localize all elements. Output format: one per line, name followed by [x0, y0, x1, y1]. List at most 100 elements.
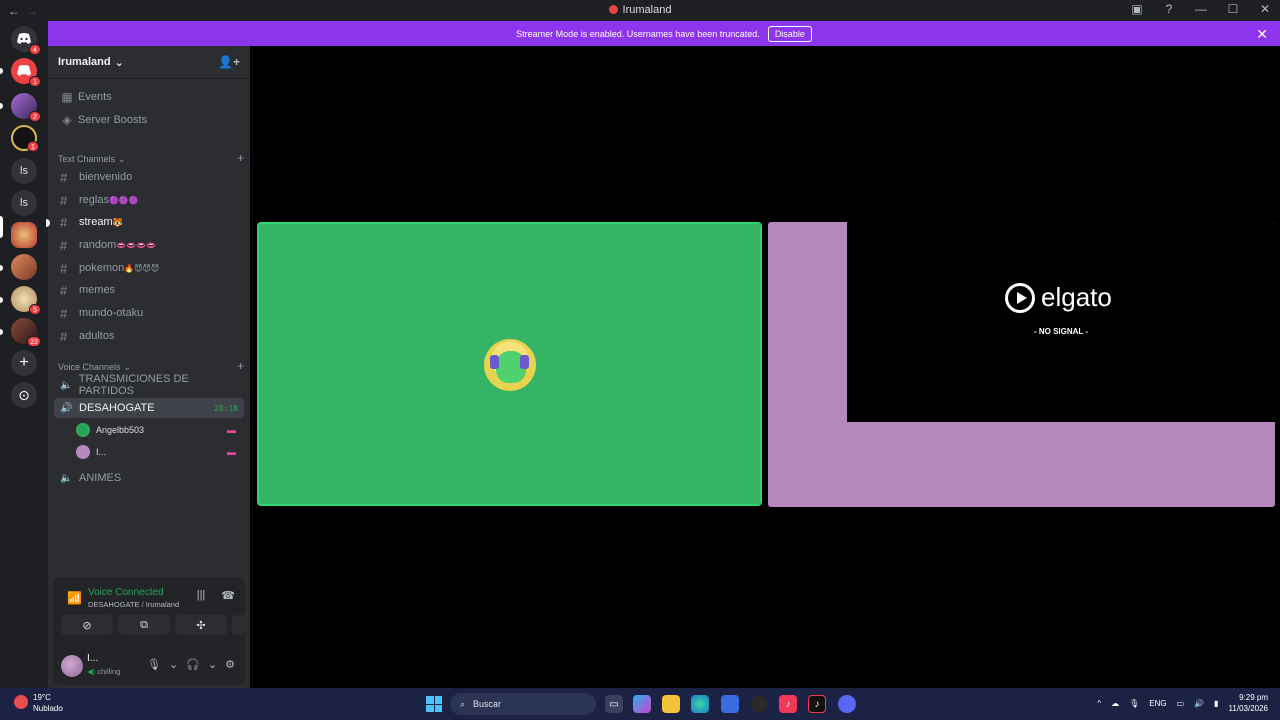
language-indicator[interactable]: ENG	[1149, 699, 1166, 708]
voice-stage: elgato - NO SIGNAL -	[250, 46, 1280, 688]
channel-mundo-otaku[interactable]: # mundo-otaku	[54, 303, 244, 323]
chevron-up-icon[interactable]: ^	[1097, 699, 1101, 708]
user-name[interactable]: I...	[87, 653, 98, 664]
camera-off-button[interactable]: ⊘	[61, 615, 113, 635]
chevron-down-icon[interactable]: ⌄	[169, 658, 178, 671]
voice-channel-desahogate[interactable]: 🔊 DESAHOGATE 28:18	[54, 398, 244, 418]
chevron-down-icon[interactable]: ⌄	[208, 658, 217, 671]
maximize-button[interactable]: ☐	[1226, 2, 1240, 16]
events-item[interactable]: ▦ Events	[54, 87, 244, 107]
channel-random[interactable]: # random 👄👄👄👄	[54, 235, 244, 255]
file-explorer-icon[interactable]	[662, 695, 680, 713]
system-tray: ^ ☁ 🎙 ENG ▭ 🔊 ▮ 9:29 pm 11/03/2026	[1097, 692, 1268, 714]
close-banner-button[interactable]: ✕	[1256, 26, 1268, 43]
weather-text: Nublado	[33, 704, 63, 713]
stream-video: elgato - NO SIGNAL -	[847, 222, 1275, 422]
channel-stream[interactable]: # stream 🐯	[54, 212, 244, 232]
channel-memes[interactable]: # memes	[54, 280, 244, 300]
banner-text: Streamer Mode is enabled. Usernames have…	[516, 28, 760, 39]
close-window-button[interactable]: ✕	[1258, 2, 1272, 16]
server-6-icon[interactable]: 22	[11, 318, 41, 347]
voice-channel-transmiciones[interactable]: 🔈 TRANSMICIONES DE PARTIDOS	[54, 373, 244, 397]
disconnect-icon[interactable]: ☎	[221, 589, 235, 602]
cloud-icon[interactable]: ☁	[1111, 699, 1119, 708]
voice-connected-label[interactable]: Voice Connected	[88, 587, 164, 598]
volume-icon[interactable]: 🔊	[1194, 699, 1204, 708]
microphone-icon[interactable]: 🎙	[147, 658, 161, 671]
server-1-icon[interactable]: 1	[11, 58, 41, 87]
stream-tile[interactable]: elgato - NO SIGNAL -	[768, 222, 1275, 507]
server-ls-1-icon[interactable]: ls	[11, 158, 37, 184]
task-view-icon[interactable]: ▭	[605, 695, 623, 713]
invite-people-icon[interactable]: 👤+	[218, 55, 240, 69]
noise-suppression-icon[interactable]: |||	[197, 589, 206, 602]
voice-user[interactable]: Angelbb503 ▬	[76, 420, 242, 440]
channel-bienvenido[interactable]: # bienvenido	[54, 167, 244, 187]
server-boosts-item[interactable]: ◈ Server Boosts	[54, 110, 244, 130]
voice-channel-animes[interactable]: 🔈 ANIMES	[54, 468, 244, 488]
add-server-button[interactable]: +	[11, 350, 37, 376]
copilot-icon[interactable]	[633, 695, 651, 713]
hash-icon: #	[60, 192, 68, 208]
channel-emoji: 🔥😈😈😈	[124, 263, 160, 273]
weather-widget[interactable]: 19°C Nublado	[12, 692, 63, 714]
voice-user[interactable]: I... ▬	[76, 442, 242, 462]
server-initials: ls	[20, 197, 28, 209]
gear-icon[interactable]: ⚙	[225, 658, 235, 671]
server-3-icon[interactable]: 1	[11, 125, 39, 152]
microphone-icon[interactable]: 🎙	[1129, 699, 1139, 708]
text-channels-category[interactable]: Text Channels ⌄ +	[58, 151, 244, 165]
dm-badge: 4	[29, 44, 41, 55]
participant-tile[interactable]	[257, 222, 762, 506]
chrome-icon[interactable]	[750, 695, 768, 713]
server-4-icon[interactable]	[11, 254, 37, 280]
network-icon[interactable]: ▭	[1177, 699, 1185, 708]
time: 9:29 pm	[1239, 693, 1268, 702]
screen-share-button[interactable]: ⧉	[118, 615, 170, 635]
channel-pokemon[interactable]: # pokemon 🔥😈😈😈	[54, 258, 244, 278]
server-irumaland-icon[interactable]	[11, 222, 37, 248]
channel-reglas[interactable]: # reglas 🟣🟣🟣	[54, 190, 244, 210]
chevron-down-icon: ⌄	[114, 56, 124, 69]
music-icon[interactable]: ♪	[779, 695, 797, 713]
server-ls-2-icon[interactable]: ls	[11, 190, 37, 216]
discover-button[interactable]: ⊙	[11, 382, 37, 408]
taskbar-search[interactable]: ⌕ Buscar	[450, 693, 596, 715]
avatar[interactable]	[61, 655, 83, 677]
window-title: Irumaland	[0, 4, 1280, 16]
headphones-icon[interactable]: 🎧	[186, 658, 200, 671]
store-icon[interactable]	[721, 695, 739, 713]
avatar	[76, 423, 90, 437]
camera-off-icon: ⊘	[82, 619, 92, 632]
activities-button[interactable]: ✣	[175, 615, 227, 635]
channel-adultos[interactable]: # adultos	[54, 326, 244, 346]
elgato-brand: elgato	[1041, 282, 1112, 312]
streamer-mode-banner: Streamer Mode is enabled. Usernames have…	[48, 21, 1280, 46]
voice-location[interactable]: DESAHOGATE / Irumaland	[88, 600, 179, 609]
disable-streamer-button[interactable]: Disable	[767, 25, 812, 42]
server-boosts-label: Server Boosts	[78, 114, 148, 126]
channel-emoji: 🟣🟣🟣	[108, 195, 139, 205]
channel-label: bienvenido	[79, 171, 133, 183]
start-button[interactable]	[426, 696, 442, 712]
server-5-icon[interactable]: 5	[11, 286, 41, 315]
tiktok-icon[interactable]: ♪	[808, 695, 826, 713]
channel-emoji: 👄👄👄👄	[116, 240, 157, 250]
clock[interactable]: 9:29 pm 11/03/2026	[1229, 692, 1268, 714]
voice-channels-category[interactable]: Voice Channels ⌄ +	[58, 359, 244, 373]
edge-icon[interactable]	[691, 695, 709, 713]
window-title-text: Irumaland	[622, 4, 672, 16]
create-channel-icon[interactable]: +	[237, 151, 244, 165]
help-icon[interactable]: ?	[1162, 2, 1176, 16]
speaker-icon: 🔈	[60, 472, 73, 484]
discord-icon[interactable]	[838, 695, 856, 713]
create-channel-icon[interactable]: +	[237, 359, 244, 373]
server-2-icon[interactable]: 2	[11, 93, 41, 122]
battery-icon[interactable]: ▮	[1214, 699, 1218, 708]
home-dm-button[interactable]: 4	[11, 26, 41, 55]
minimize-button[interactable]: —	[1194, 2, 1208, 16]
add-icon: +	[19, 354, 29, 371]
guild-header[interactable]: Irumaland ⌄ 👤+	[48, 46, 250, 79]
inbox-icon[interactable]: ▣	[1130, 2, 1144, 16]
server-badge: 1	[27, 141, 39, 152]
